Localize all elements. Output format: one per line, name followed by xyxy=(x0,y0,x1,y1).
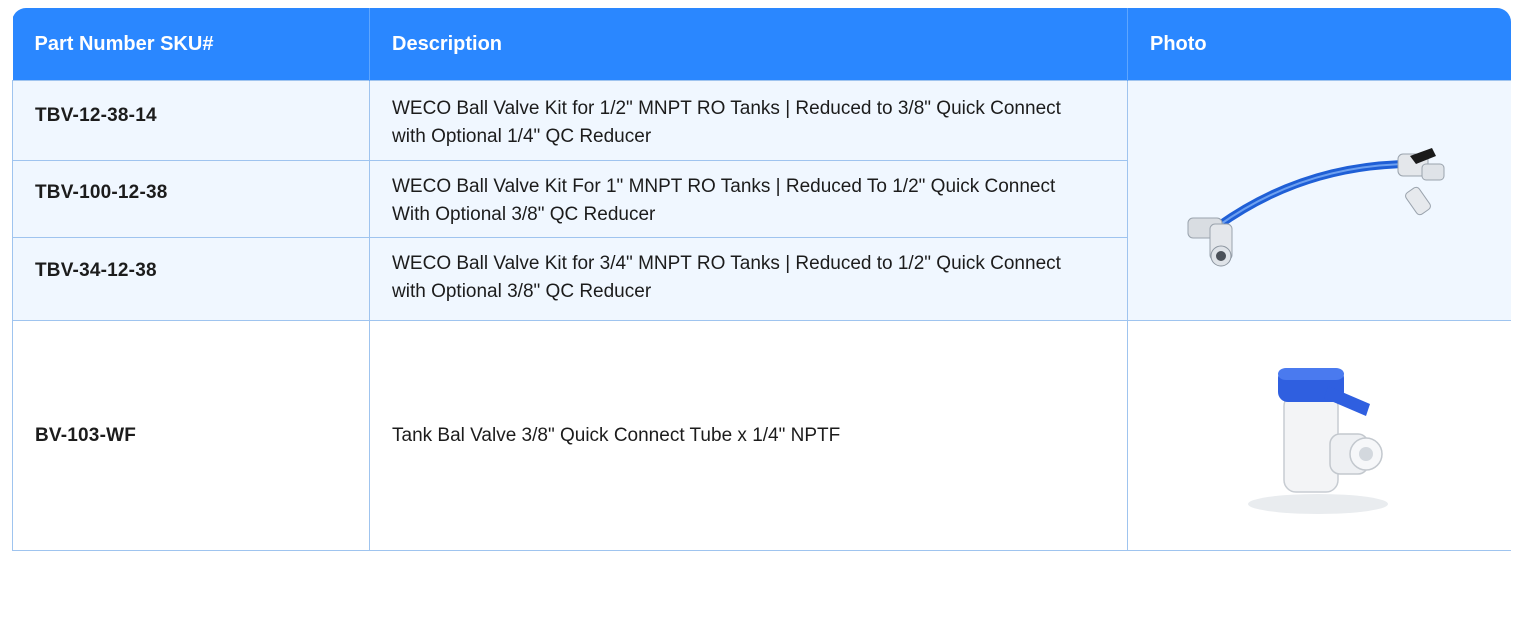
description-cell: WECO Ball Valve Kit For 1" MNPT RO Tanks… xyxy=(369,160,1128,238)
photo-cell-valve xyxy=(1127,320,1511,551)
header-sku: Part Number SKU# xyxy=(12,8,370,81)
table-header: Part Number SKU# Description Photo xyxy=(12,8,1511,81)
header-description: Description xyxy=(369,8,1128,81)
sku-cell: BV-103-WF xyxy=(12,320,370,551)
description-cell: WECO Ball Valve Kit for 1/2" MNPT RO Tan… xyxy=(369,80,1128,161)
sku-cell: TBV-34-12-38 xyxy=(12,237,370,321)
description-cell: WECO Ball Valve Kit for 3/4" MNPT RO Tan… xyxy=(369,237,1128,321)
table-row: TBV-12-38-14 WECO Ball Valve Kit for 1/2… xyxy=(12,80,1511,321)
product-table-container: Part Number SKU# Description Photo TBV-1… xyxy=(12,8,1511,628)
blue-handle-tank-ball-valve-icon xyxy=(1247,367,1388,514)
header-photo: Photo xyxy=(1127,8,1511,81)
photo-cell-kit xyxy=(1127,80,1511,321)
product-table: Part Number SKU# Description Photo TBV-1… xyxy=(12,8,1511,551)
sku-cell: TBV-12-38-14 xyxy=(12,80,370,161)
table-row: BV-103-WF Tank Bal Valve 3/8" Quick Conn… xyxy=(12,320,1511,551)
sku-cell: TBV-100-12-38 xyxy=(12,160,370,238)
table-body: TBV-12-38-14 WECO Ball Valve Kit for 1/2… xyxy=(12,80,1511,551)
description-cell: Tank Bal Valve 3/8" Quick Connect Tube x… xyxy=(369,320,1128,551)
header-row: Part Number SKU# Description Photo xyxy=(12,8,1511,81)
ball-valve-kit-with-blue-tubing-icon xyxy=(1187,147,1444,266)
